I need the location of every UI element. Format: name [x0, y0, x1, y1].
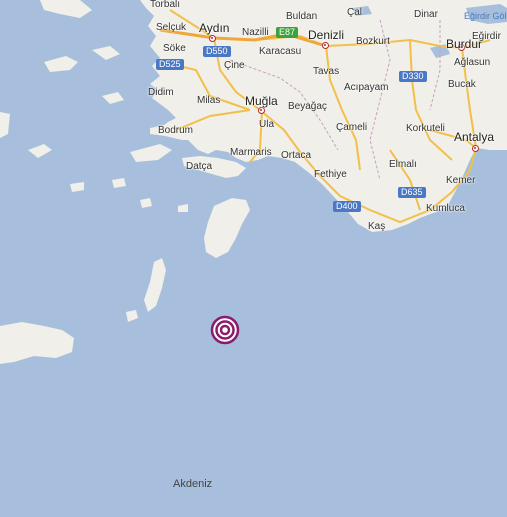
- road-shield-d525: D525: [156, 59, 184, 70]
- city-label-soke[interactable]: Söke: [163, 44, 186, 54]
- city-label-selcuk[interactable]: Selçuk: [156, 23, 186, 33]
- city-label-denizli[interactable]: Denizli: [308, 29, 344, 41]
- city-label-cal[interactable]: Çal: [347, 8, 362, 18]
- city-label-antalya[interactable]: Antalya: [454, 131, 494, 143]
- city-label-beyagac[interactable]: Beyağaç: [288, 102, 327, 112]
- city-label-ortaca[interactable]: Ortaca: [281, 151, 311, 161]
- road-shield-d330: D330: [399, 71, 427, 82]
- city-label-aydin[interactable]: Aydın: [199, 22, 229, 34]
- city-label-tavas[interactable]: Tavas: [313, 67, 339, 77]
- city-label-marmaris[interactable]: Marmaris: [230, 148, 272, 158]
- city-label-kumluca[interactable]: Kumluca: [426, 204, 465, 214]
- map-view[interactable]: Torbalı Selçuk Aydın Buldan Çal Dinar Eğ…: [0, 0, 507, 517]
- city-label-kas[interactable]: Kaş: [368, 222, 385, 232]
- city-label-kemer[interactable]: Kemer: [446, 176, 475, 186]
- city-label-dinar[interactable]: Dinar: [414, 10, 438, 20]
- city-label-torbali[interactable]: Torbalı: [150, 0, 180, 10]
- city-label-cine[interactable]: Çine: [224, 61, 245, 71]
- city-label-buldan[interactable]: Buldan: [286, 12, 317, 22]
- city-label-aglasun[interactable]: Ağlasun: [454, 58, 490, 68]
- city-label-bozkurt[interactable]: Bozkurt: [356, 37, 390, 47]
- denizli-city-marker[interactable]: [322, 42, 329, 49]
- city-label-ula[interactable]: Ula: [259, 120, 274, 130]
- road-shield-e87: E87: [276, 27, 299, 38]
- map-basemap: [0, 0, 507, 517]
- city-label-bucak[interactable]: Bucak: [448, 80, 476, 90]
- city-label-cameli[interactable]: Çameli: [336, 123, 367, 133]
- sea-label: Akdeniz: [173, 478, 213, 490]
- mugla-city-marker[interactable]: [258, 107, 265, 114]
- epicenter-marker[interactable]: [210, 315, 240, 345]
- road-shield-d635: D635: [398, 187, 426, 198]
- road-shield-d550: D550: [203, 46, 231, 57]
- city-label-mugla[interactable]: Muğla: [245, 95, 278, 107]
- city-label-karacasu[interactable]: Karacasu: [259, 47, 301, 57]
- epicenter-inner-ring: [219, 324, 231, 336]
- antalya-city-marker[interactable]: [472, 145, 479, 152]
- city-label-elmali[interactable]: Elmalı: [389, 160, 417, 170]
- city-label-nazilli[interactable]: Nazilli: [242, 28, 269, 38]
- lake-label: Eğirdir Göl: [464, 11, 507, 21]
- city-label-korkuteli[interactable]: Korkuteli: [406, 124, 445, 134]
- city-label-acipayam[interactable]: Acıpayam: [344, 83, 388, 93]
- city-label-egirdir[interactable]: Eğirdir: [472, 32, 501, 42]
- city-label-datca[interactable]: Datça: [186, 162, 212, 172]
- city-label-milas[interactable]: Milas: [197, 96, 220, 106]
- road-shield-d400: D400: [333, 201, 361, 212]
- city-label-bodrum[interactable]: Bodrum: [158, 126, 193, 136]
- city-label-fethiye[interactable]: Fethiye: [314, 170, 347, 180]
- city-label-didim[interactable]: Didim: [148, 88, 174, 98]
- aydin-city-marker[interactable]: [209, 35, 216, 42]
